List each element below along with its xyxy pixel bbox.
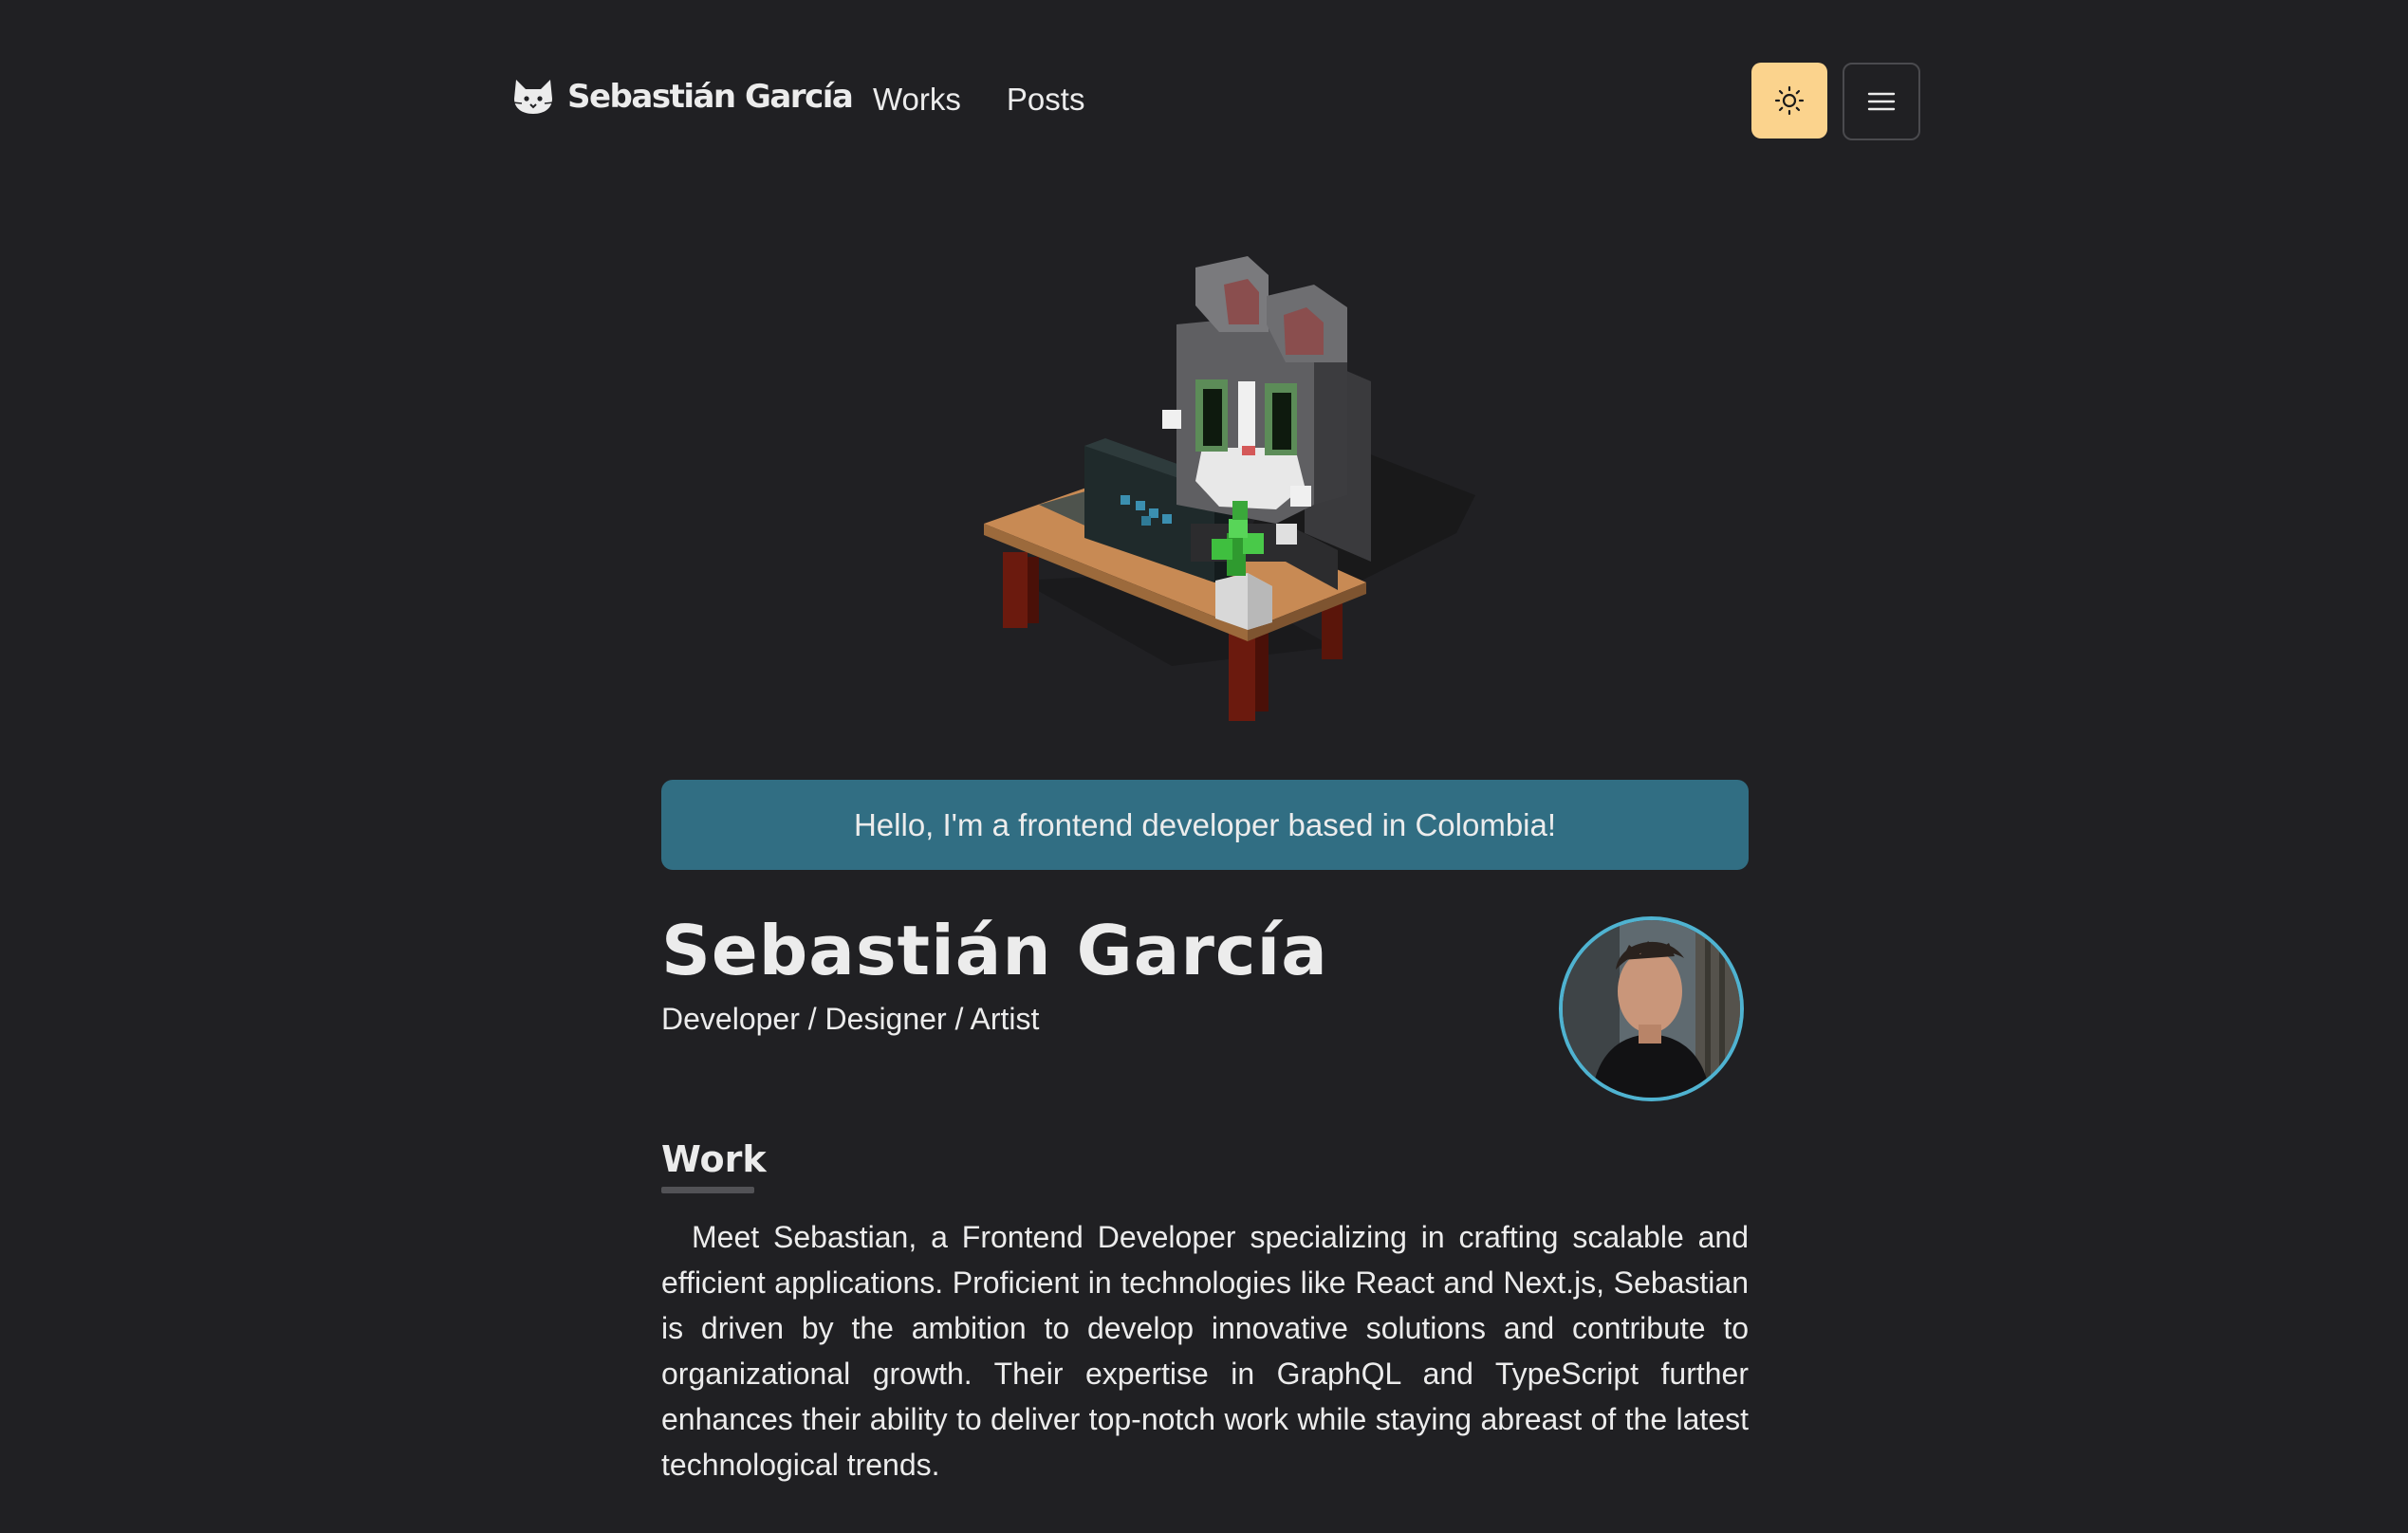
intro-banner-text: Hello, I'm a frontend developer based in… — [853, 806, 1557, 842]
profile-photo — [1563, 920, 1740, 1098]
intro-banner: Hello, I'm a frontend developer based in… — [661, 780, 1749, 870]
section-title-underline — [661, 1187, 754, 1193]
brand-name: Sebastián García — [567, 78, 854, 116]
navbar: Sebastián García Works Posts — [512, 61, 1920, 140]
voxel-cat-desk-illustration — [984, 256, 1475, 721]
theme-toggle-button[interactable] — [1751, 63, 1827, 139]
page: Sebastián García Works Posts Hello, I'm … — [0, 0, 2408, 1533]
menu-button[interactable] — [1843, 63, 1920, 140]
work-section-title: Work — [661, 1138, 767, 1180]
cat-logo-icon — [512, 80, 554, 114]
work-section-paragraph: Meet Sebastian, a Frontend Developer spe… — [661, 1220, 1749, 1482]
profile-name: Sebastián García — [661, 911, 1328, 990]
profile-avatar — [1559, 916, 1744, 1101]
hamburger-icon — [1867, 92, 1896, 111]
sun-icon — [1774, 85, 1805, 116]
nav-link-posts[interactable]: Posts — [1007, 82, 1085, 118]
brand-logo-link[interactable]: Sebastián García — [512, 78, 854, 116]
nav-link-works[interactable]: Works — [873, 82, 961, 118]
nav-links: Works Posts — [873, 82, 1084, 118]
profile-role: Developer / Designer / Artist — [661, 1002, 1040, 1036]
